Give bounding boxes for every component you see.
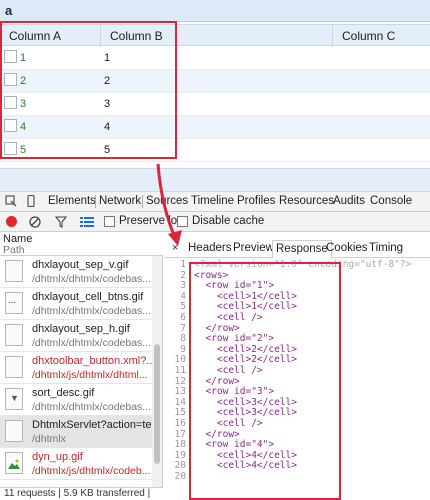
- line-number: 6: [180, 312, 186, 323]
- line-number: 20: [174, 460, 186, 472]
- request-row[interactable]: dhxlayout_sep_h.gif /dhtmlx/dhtmlx/codeb…: [0, 320, 152, 352]
- request-row[interactable]: ▼ sort_desc.gif /dhtmlx/dhtmlx/codebas..…: [0, 384, 152, 416]
- line-number: 10: [174, 354, 186, 366]
- tab-audits[interactable]: Audits: [333, 195, 365, 207]
- tab-network[interactable]: Network: [99, 195, 141, 207]
- line-number: 12: [174, 375, 186, 387]
- file-icon: [5, 260, 23, 282]
- grid-titlebar: a: [0, 0, 430, 22]
- request-list: Name Path dhxlayout_sep_v.gif /dhtmlx/dh…: [0, 232, 163, 487]
- line-number: 9: [180, 343, 186, 355]
- line-number: 4: [180, 290, 186, 302]
- column-c-header[interactable]: Column C: [342, 29, 395, 43]
- file-icon: [5, 356, 23, 378]
- line-number: 14: [174, 396, 186, 408]
- sort-file-icon: ▼: [5, 388, 23, 410]
- request-list-scrollbar[interactable]: [152, 256, 162, 487]
- inspect-icon[interactable]: [5, 195, 17, 207]
- request-row[interactable]: dhxtoolbar_button.xml?... /dhtmlx/js/dht…: [0, 352, 156, 384]
- line-number: 13: [174, 386, 186, 398]
- line-number: 15: [174, 407, 186, 419]
- file-icon: [5, 420, 23, 442]
- red-arrow-annotation: [156, 163, 182, 246]
- line-number: 7: [180, 322, 186, 334]
- network-toolbar: Preserve log Disable cache: [0, 212, 430, 232]
- line-number: 19: [174, 449, 186, 461]
- file-icon: [5, 324, 23, 346]
- tab-cookies[interactable]: Cookies: [326, 242, 368, 254]
- tab-profiles[interactable]: Profiles: [237, 195, 275, 207]
- line-number: 2: [180, 269, 186, 281]
- line-number: 18: [174, 439, 186, 451]
- tab-elements[interactable]: Elements: [48, 195, 96, 207]
- list-view-icon[interactable]: [80, 216, 94, 228]
- request-row[interactable]: dhxlayout_sep_v.gif /dhtmlx/dhtmlx/codeb…: [0, 256, 152, 288]
- grid-title: a: [5, 3, 13, 18]
- request-row[interactable]: ... dhxlayout_cell_btns.gif /dhtmlx/dhtm…: [0, 288, 152, 320]
- line-number: 8: [180, 333, 186, 345]
- tab-resources[interactable]: Resources: [279, 195, 334, 207]
- tab-console[interactable]: Console: [370, 195, 412, 207]
- clear-icon[interactable]: [29, 216, 41, 228]
- file-icon: ...: [5, 292, 23, 314]
- request-row[interactable]: dyn_up.gif /dhtmlx/js/dhtmlx/codeb...: [0, 448, 152, 480]
- disable-cache-label: Disable cache: [192, 215, 265, 227]
- record-icon[interactable]: [6, 216, 17, 227]
- line-number: 1: [180, 259, 186, 270]
- line-number: 3: [180, 280, 186, 292]
- detail-tabs: Headers Preview Response Cookies Timing: [164, 240, 430, 259]
- line-number: 16: [174, 418, 186, 429]
- line-number: 5: [180, 301, 186, 313]
- path-column-header: Path: [3, 244, 25, 256]
- request-list-header: Name Path: [0, 232, 163, 256]
- request-row-selected[interactable]: DhtmlxServlet?action=te... /dhtmlx: [0, 416, 161, 448]
- filter-icon[interactable]: [55, 216, 67, 228]
- device-mode-icon[interactable]: [25, 195, 37, 207]
- network-status-bar: 11 requests | 5.9 KB transferred | 18...: [0, 487, 163, 500]
- tab-response[interactable]: Response: [272, 240, 332, 259]
- response-highlight-box: [189, 262, 341, 500]
- devtools-tabbar: Elements Network Sources Timeline Profil…: [0, 192, 430, 212]
- tab-preview[interactable]: Preview: [233, 242, 274, 254]
- line-number: 20: [174, 471, 186, 482]
- line-number: 11: [174, 365, 186, 376]
- preserve-log-checkbox[interactable]: [104, 216, 115, 227]
- tab-timing[interactable]: Timing: [369, 242, 403, 254]
- grid-highlight-box: [0, 21, 177, 159]
- grid-footer-bar: [0, 168, 430, 192]
- image-file-icon: [5, 452, 23, 474]
- line-number: 17: [174, 428, 186, 440]
